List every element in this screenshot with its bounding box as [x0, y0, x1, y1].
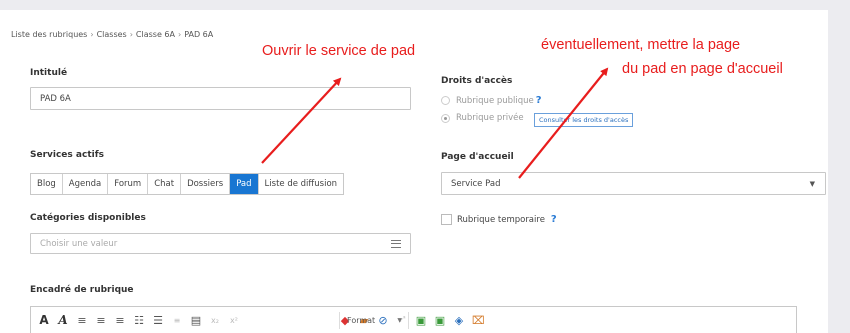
indent-icon[interactable]: ▤	[190, 314, 202, 327]
superscript-icon[interactable]: x²	[228, 316, 240, 325]
intitule-label: Intitulé	[30, 68, 68, 78]
services-label: Services actifs	[30, 150, 104, 160]
accueil-value: Service Pad	[451, 178, 501, 189]
subscript-icon[interactable]: x₂	[209, 316, 221, 325]
breadcrumb: Liste des rubriques › Classes › Classe 6A › PA…	[11, 30, 214, 39]
format-dropdown[interactable]: Format ▼	[339, 312, 409, 329]
service-pad[interactable]: Pad	[230, 174, 259, 194]
align-center-icon[interactable]: ≡	[95, 314, 107, 327]
menu-icon[interactable]	[391, 239, 401, 248]
radio-prive-label: Rubrique privée	[456, 113, 524, 123]
radio-prive-dot[interactable]	[441, 113, 450, 123]
temporaire-checkbox[interactable]	[441, 214, 452, 225]
radio-public-dot[interactable]	[441, 96, 450, 105]
categories-label: Catégories disponibles	[30, 213, 146, 223]
temporaire-checkbox-row[interactable]: Rubrique temporaire?	[441, 214, 557, 225]
ordered-list-icon[interactable]: ☷	[133, 314, 145, 327]
temporaire-label: Rubrique temporaire	[457, 214, 545, 225]
source-code-icon[interactable]: ⌧	[472, 314, 485, 327]
categories-select[interactable]: Choisir une valeur	[30, 233, 411, 254]
embed-icon[interactable]: ◈	[453, 314, 465, 327]
bullet-list-icon[interactable]: ☰	[152, 314, 164, 327]
text-color-icon[interactable]: A	[38, 313, 50, 327]
annotation-accueil-line1: éventuellement, mettre la page	[541, 37, 741, 53]
breadcrumb-item-current: PAD 6A	[184, 30, 214, 39]
droits-label: Droits d'accès	[441, 76, 513, 86]
help-icon[interactable]: ?	[536, 95, 542, 106]
accueil-label: Page d'accueil	[441, 152, 514, 162]
breadcrumb-item-rubriques[interactable]: Liste des rubriques	[11, 30, 87, 39]
breadcrumb-item-classe[interactable]: Classe 6A	[136, 30, 175, 39]
chevron-down-icon: ▼	[397, 317, 402, 324]
service-agenda[interactable]: Agenda	[63, 174, 109, 194]
chevron-down-icon: ▼	[809, 179, 815, 188]
service-liste-diffusion[interactable]: Liste de diffusion	[259, 174, 344, 194]
align-left-icon[interactable]: ≡	[76, 314, 88, 327]
categories-placeholder: Choisir une valeur	[40, 238, 118, 249]
radio-public-label: Rubrique publique	[456, 95, 534, 106]
accueil-select[interactable]: Service Pad ▼	[441, 172, 826, 195]
align-right-icon[interactable]: ≡	[114, 314, 126, 327]
media-icon[interactable]: ▣	[434, 314, 446, 327]
format-label: Format	[347, 316, 376, 325]
radio-public[interactable]: Rubrique publique?	[441, 95, 542, 106]
service-chat[interactable]: Chat	[148, 174, 182, 194]
intitule-input[interactable]: PAD 6A	[30, 87, 411, 110]
service-forum[interactable]: Forum	[108, 174, 149, 194]
annotation-pad: Ouvrir le service de pad	[262, 43, 416, 59]
editor-toolbar: A A ≡ ≡ ≡ ☷ ☰ ≡ ▤ x₂ x² ◆ ▰ ⊘ ⤢ ▣ ▣ ◈ ⌧ …	[30, 306, 797, 333]
encadre-label: Encadré de rubrique	[30, 285, 134, 295]
radio-prive[interactable]: Rubrique privée	[441, 113, 524, 123]
outdent-icon[interactable]: ≡	[171, 316, 183, 325]
italic-style-icon[interactable]: A	[57, 313, 69, 327]
help-icon[interactable]: ?	[551, 214, 557, 225]
annotation-accueil-line2: du pad en page d'accueil	[622, 61, 783, 77]
service-blog[interactable]: Blog	[31, 174, 63, 194]
services-group: Blog Agenda Forum Chat Dossiers Pad List…	[30, 173, 345, 195]
breadcrumb-item-classes[interactable]: Classes	[97, 30, 127, 39]
intitule-value: PAD 6A	[40, 93, 71, 104]
service-dossiers[interactable]: Dossiers	[181, 174, 231, 194]
image-icon[interactable]: ▣	[415, 314, 427, 327]
droits-link-button[interactable]: Consulter les droits d'accès	[534, 113, 634, 127]
